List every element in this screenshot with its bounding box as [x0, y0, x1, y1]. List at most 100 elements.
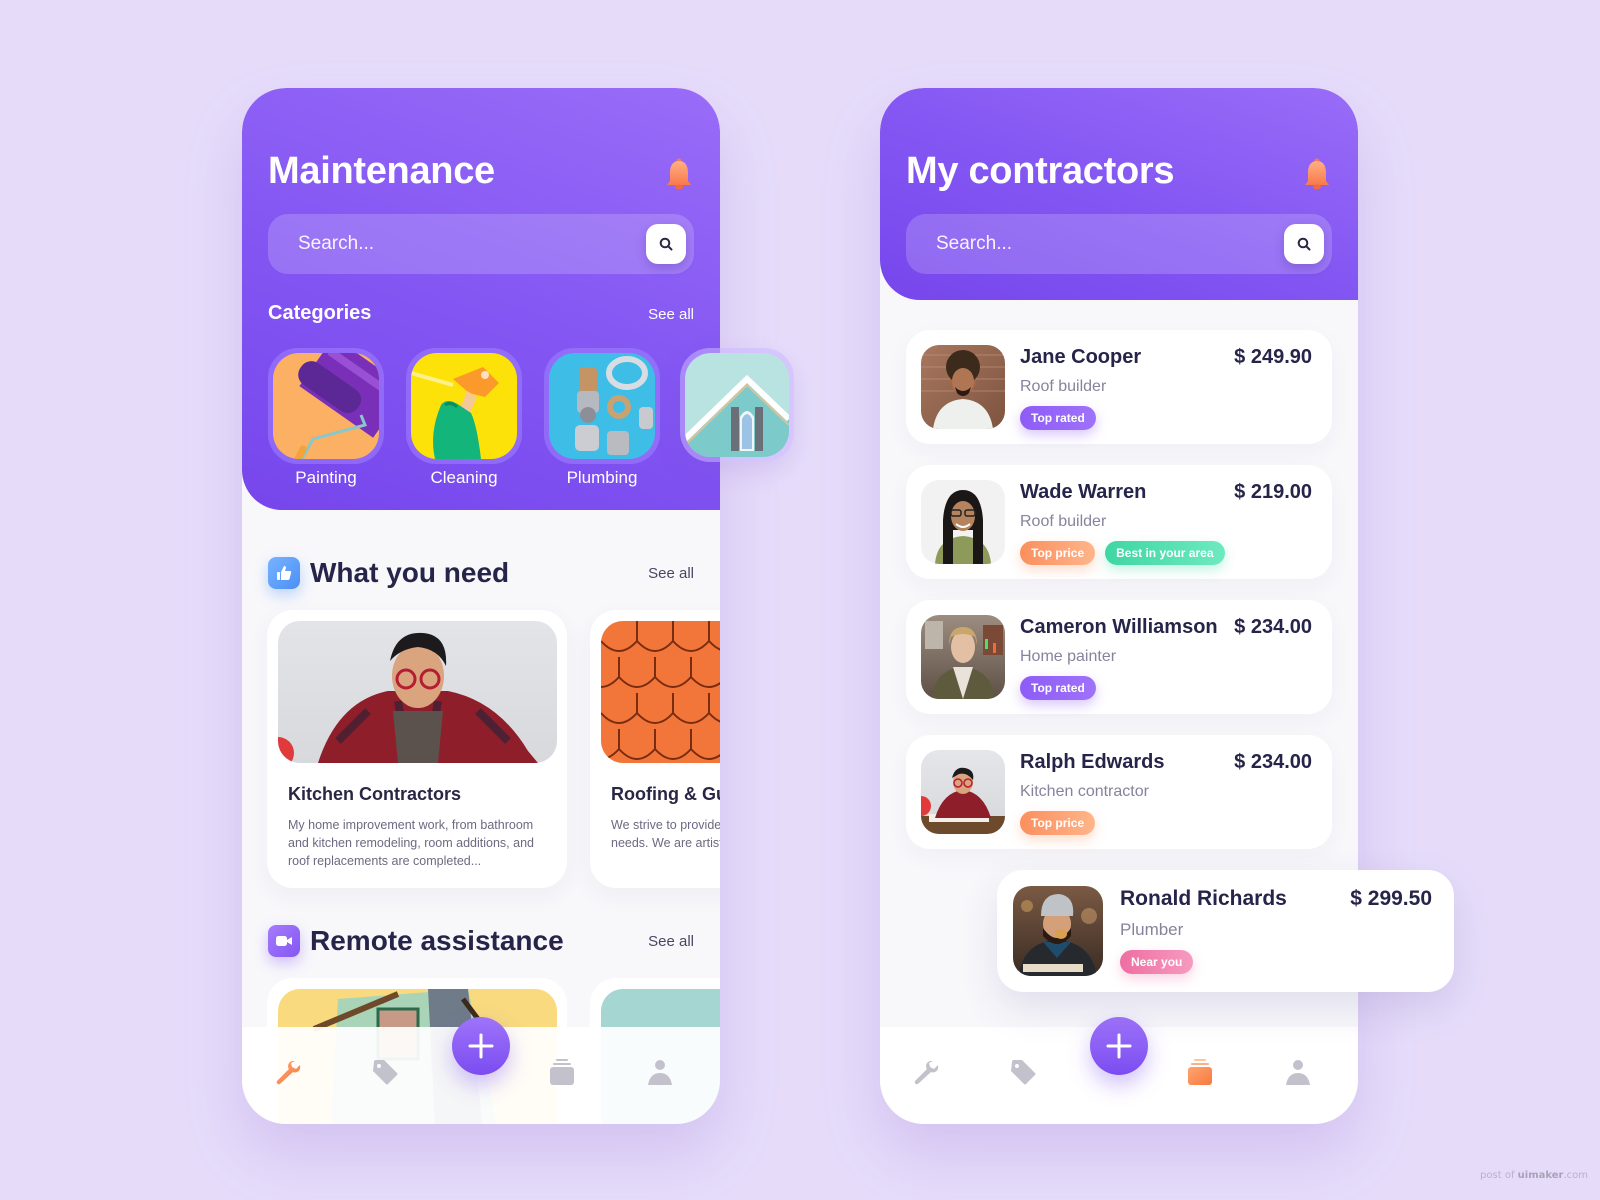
category-roofing[interactable] [680, 348, 794, 462]
category-plumbing-label: Plumbing [566, 468, 638, 487]
remote-assistance-title: Remote assistance [310, 925, 564, 956]
nav-tools[interactable] [272, 1057, 302, 1087]
avatar [921, 750, 1005, 834]
feature-card-kitchen[interactable]: Kitchen Contractors My home improvement … [267, 610, 567, 888]
category-painting[interactable] [268, 348, 384, 464]
what-you-need-see-all-link[interactable]: See all [648, 565, 694, 582]
nav-orders[interactable] [547, 1057, 577, 1087]
contractor-name: Cameron Williamson [1020, 616, 1218, 638]
watermark-prefix: post of [1480, 1170, 1518, 1181]
remote-assistance-see-all-link[interactable]: See all [648, 933, 694, 950]
bell-icon[interactable] [666, 158, 692, 190]
badge-top-price: Top price [1020, 541, 1096, 565]
watermark-brand: uimaker [1517, 1170, 1564, 1181]
contractor-card[interactable]: Wade Warren $ 219.00 Roof builder Top pr… [906, 465, 1332, 579]
nav-tools[interactable] [910, 1057, 940, 1087]
watermark-suffix: .com [1563, 1170, 1588, 1181]
contractor-card-highlighted[interactable]: Ronald Richards $ 299.50 Plumber Near yo… [997, 870, 1454, 992]
contractor-price: $ 234.00 [1234, 751, 1312, 773]
contractor-card[interactable]: Cameron Williamson $ 234.00 Home painter… [906, 600, 1332, 714]
search-button[interactable] [1284, 224, 1324, 264]
categories-label: Categories [268, 302, 372, 324]
search-bar [906, 214, 1332, 274]
contractor-role: Kitchen contractor [1020, 783, 1149, 800]
nav-orders[interactable] [1185, 1057, 1215, 1087]
badge-best-in-area: Best in your area [1105, 541, 1225, 565]
avatar [1013, 886, 1103, 976]
category-cleaning[interactable] [406, 348, 522, 464]
painting-image [273, 353, 379, 459]
plus-icon [1106, 1033, 1132, 1059]
search-input[interactable] [936, 214, 1256, 274]
maintenance-screen: Maintenance Categories See all [242, 88, 720, 1124]
nav-profile[interactable] [645, 1057, 675, 1087]
search-bar [268, 214, 694, 274]
avatar [921, 480, 1005, 564]
bottom-nav [242, 1017, 720, 1124]
badge-top-rated: Top rated [1020, 406, 1096, 430]
thumbs-up-icon [268, 557, 300, 589]
contractor-price: $ 249.90 [1234, 346, 1312, 368]
page-title: Maintenance [268, 150, 495, 192]
feature-card-description: We strive to provide service for all of … [611, 818, 720, 850]
search-icon [1297, 237, 1311, 251]
category-plumbing[interactable] [544, 348, 660, 464]
contractors-header: My contractors [880, 88, 1358, 300]
user-icon [648, 1060, 672, 1085]
search-icon [659, 237, 673, 251]
avatar [921, 615, 1005, 699]
remote-assistance-header: Remote assistance [268, 924, 564, 958]
bottom-nav [880, 1017, 1358, 1124]
badge-group: Top rated [1020, 676, 1096, 700]
watermark: post of uimaker.com [1480, 1170, 1588, 1181]
add-button[interactable] [452, 1017, 510, 1075]
avatar [921, 345, 1005, 429]
badge-group: Top rated [1020, 406, 1096, 430]
video-camera-icon [268, 925, 300, 957]
contractor-role: Plumber [1120, 920, 1184, 939]
wrench-icon [276, 1060, 301, 1085]
roofing-image [601, 621, 720, 763]
categories-see-all-link[interactable]: See all [648, 306, 694, 323]
what-you-need-title: What you need [310, 557, 510, 588]
page-title: My contractors [906, 150, 1175, 192]
bell-icon[interactable] [1304, 158, 1330, 190]
plus-icon [468, 1033, 494, 1059]
plumbing-image [549, 353, 655, 459]
feature-card-title: Kitchen Contractors [288, 784, 462, 804]
kitchen-contractor-image [278, 621, 557, 763]
nav-deals[interactable] [370, 1057, 400, 1087]
feature-card-title: Roofing & Gutters [611, 784, 720, 804]
badge-group: Top price Best in your area [1020, 541, 1225, 565]
nav-profile[interactable] [1283, 1057, 1313, 1087]
what-you-need-header: What you need [268, 556, 509, 590]
contractor-price: $ 299.50 [1350, 887, 1432, 910]
badge-group: Near you [1120, 950, 1194, 974]
contractor-card[interactable]: Ralph Edwards $ 234.00 Kitchen contracto… [906, 735, 1332, 849]
stack-icon [550, 1059, 574, 1085]
search-button[interactable] [646, 224, 686, 264]
tag-icon [373, 1060, 398, 1085]
user-icon [1286, 1060, 1310, 1085]
badge-top-price: Top price [1020, 811, 1096, 835]
nav-deals[interactable] [1008, 1057, 1038, 1087]
badge-group: Top price [1020, 811, 1096, 835]
badge-near-you: Near you [1120, 950, 1194, 974]
contractor-role: Home painter [1020, 648, 1117, 665]
contractor-role: Roof builder [1020, 378, 1107, 395]
contractor-name: Jane Cooper [1020, 346, 1142, 368]
contractor-price: $ 219.00 [1234, 481, 1312, 503]
cleaning-image [411, 353, 517, 459]
contractor-name: Wade Warren [1020, 481, 1147, 503]
maintenance-header: Maintenance Categories See all [242, 88, 720, 510]
tag-icon [1011, 1060, 1036, 1085]
add-button[interactable] [1090, 1017, 1148, 1075]
search-input[interactable] [298, 214, 618, 274]
feature-card-roofing[interactable]: Roofing & Gutters We strive to provide s… [590, 610, 720, 888]
wrench-icon [914, 1060, 939, 1085]
contractor-card[interactable]: Jane Cooper $ 249.90 Roof builder Top ra… [906, 330, 1332, 444]
feature-card-description: My home improvement work, from bathroom … [288, 818, 534, 868]
contractor-role: Roof builder [1020, 513, 1107, 530]
stack-icon [1188, 1059, 1212, 1085]
category-painting-label: Painting [295, 468, 357, 487]
